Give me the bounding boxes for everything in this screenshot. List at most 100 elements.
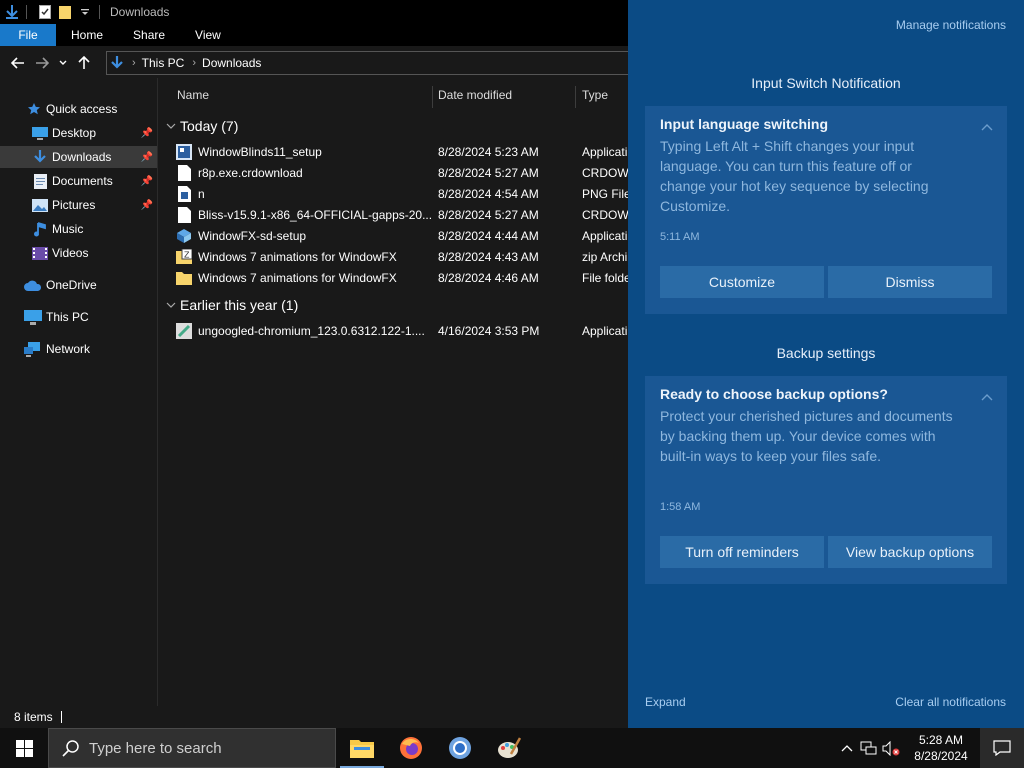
- manage-notifications-link[interactable]: Manage notifications: [896, 18, 1006, 32]
- tab-home[interactable]: Home: [56, 24, 118, 46]
- file-name: Windows 7 animations for WindowFX: [198, 249, 397, 264]
- sidebar-item-desktop[interactable]: Desktop 📌: [0, 122, 157, 144]
- recent-locations-chevron-icon[interactable]: [54, 51, 72, 75]
- sidebar-item-documents[interactable]: Documents 📌: [0, 170, 157, 192]
- file-name: n: [198, 186, 205, 201]
- windows-logo-icon: [15, 739, 33, 757]
- column-divider[interactable]: [432, 86, 433, 108]
- turn-off-reminders-button[interactable]: Turn off reminders: [660, 536, 824, 568]
- file-type: zip Archi: [582, 249, 628, 264]
- file-row[interactable]: Bliss-v15.9.1-x86_64-OFFICIAL-gapps-20..…: [176, 204, 628, 225]
- file-row[interactable]: r8p.exe.crdownload 8/28/2024 5:27 AM CRD…: [176, 162, 628, 183]
- sidebar-item-onedrive[interactable]: OneDrive: [0, 274, 157, 296]
- up-arrow-icon[interactable]: [72, 51, 96, 75]
- breadcrumb-this-pc[interactable]: This PC: [142, 56, 185, 70]
- firefox-icon: [399, 736, 423, 760]
- expand-link[interactable]: Expand: [645, 695, 686, 709]
- chrome-icon: [448, 736, 472, 760]
- search-placeholder: Type here to search: [89, 739, 222, 757]
- sidebar-item-music[interactable]: Music: [0, 218, 157, 240]
- notification-title: Input language switching: [660, 116, 828, 132]
- tab-view[interactable]: View: [180, 24, 236, 46]
- notification-group-header[interactable]: Backup settings: [628, 345, 1024, 361]
- file-icon: [176, 206, 192, 223]
- file-type: Applicati: [582, 144, 628, 159]
- clear-all-notifications-link[interactable]: Clear all notifications: [895, 695, 1006, 709]
- nav-quick-access[interactable]: Quick access: [0, 98, 157, 120]
- notification-group-header[interactable]: Input Switch Notification: [628, 75, 1024, 91]
- chevron-up-icon[interactable]: [981, 120, 993, 134]
- column-type[interactable]: Type: [582, 82, 628, 108]
- tab-share[interactable]: Share: [118, 24, 180, 46]
- file-row[interactable]: WindowFX-sd-setup 8/28/2024 4:44 AM Appl…: [176, 225, 628, 246]
- notification-icon: [993, 740, 1011, 756]
- taskbar-search-box[interactable]: Type here to search: [48, 728, 336, 768]
- start-button[interactable]: [0, 728, 48, 768]
- file-row[interactable]: n 8/28/2024 4:54 AM PNG File: [176, 183, 628, 204]
- dismiss-button[interactable]: Dismiss: [828, 266, 992, 298]
- breadcrumb-downloads[interactable]: Downloads: [202, 56, 261, 70]
- file-name: ungoogled-chromium_123.0.6312.122-1....: [198, 323, 425, 338]
- chevron-down-icon: [166, 299, 180, 311]
- file-row[interactable]: WindowBlinds11_setup 8/28/2024 5:23 AM A…: [176, 141, 628, 162]
- notification-card-backup[interactable]: Ready to choose backup options? Protect …: [645, 376, 1007, 584]
- taskbar-file-explorer[interactable]: [338, 728, 386, 768]
- file-row[interactable]: Windows 7 animations for WindowFX 8/28/2…: [176, 267, 628, 288]
- system-clock[interactable]: 5:28 AM 8/28/2024: [902, 732, 980, 764]
- documents-icon: [32, 173, 48, 189]
- nav-label: OneDrive: [46, 278, 97, 292]
- image-icon: [176, 185, 192, 202]
- music-icon: [32, 221, 48, 237]
- file-date: 8/28/2024 4:54 AM: [438, 186, 539, 201]
- forward-arrow-icon[interactable]: [30, 51, 54, 75]
- tab-file[interactable]: File: [0, 24, 56, 46]
- nav-label: Videos: [52, 246, 89, 260]
- customize-toolbar-icon[interactable]: [77, 4, 93, 20]
- file-date: 8/28/2024 4:44 AM: [438, 228, 539, 243]
- file-date: 4/16/2024 3:53 PM: [438, 323, 540, 338]
- sidebar-item-network[interactable]: Network: [0, 338, 157, 360]
- nav-label: Desktop: [52, 126, 97, 140]
- installer-icon: [176, 228, 192, 244]
- volume-muted-icon[interactable]: [880, 728, 902, 768]
- view-backup-options-button[interactable]: View backup options: [828, 536, 992, 568]
- back-arrow-icon[interactable]: [6, 51, 30, 75]
- taskbar-firefox[interactable]: [387, 728, 435, 768]
- file-name: WindowBlinds11_setup: [198, 144, 322, 159]
- notification-card-input-switch[interactable]: Input language switching Typing Left Alt…: [645, 106, 1007, 314]
- column-name[interactable]: Name: [177, 82, 427, 108]
- separator: [99, 5, 100, 19]
- address-bar[interactable]: › This PC › Downloads: [106, 51, 628, 75]
- file-type: PNG File: [582, 186, 628, 201]
- column-date-modified[interactable]: Date modified: [438, 82, 568, 108]
- column-divider[interactable]: [575, 86, 576, 108]
- network-icon: [24, 341, 42, 357]
- sidebar-item-this-pc[interactable]: This PC: [0, 306, 157, 328]
- chevron-down-icon: [166, 120, 180, 132]
- group-header-earlier-this-year[interactable]: Earlier this year (1): [166, 295, 298, 315]
- group-label: Earlier this year (1): [180, 297, 299, 313]
- address-row: › This PC › Downloads: [0, 48, 628, 78]
- status-bar: 8 items: [0, 706, 628, 728]
- computer-icon: [24, 309, 42, 325]
- nav-label: Documents: [52, 174, 113, 188]
- sidebar-item-downloads[interactable]: Downloads 📌: [0, 146, 157, 168]
- taskbar-paint[interactable]: [485, 728, 533, 768]
- system-tray: 5:28 AM 8/28/2024: [836, 728, 1024, 768]
- group-header-today[interactable]: Today (7): [166, 116, 238, 136]
- taskbar-chrome[interactable]: [436, 728, 484, 768]
- file-row[interactable]: ungoogled-chromium_123.0.6312.122-1.... …: [176, 320, 628, 341]
- sidebar-item-videos[interactable]: Videos: [0, 242, 157, 264]
- chevron-up-icon[interactable]: [981, 390, 993, 404]
- action-center-button[interactable]: [980, 728, 1024, 768]
- file-date: 8/28/2024 4:46 AM: [438, 270, 539, 285]
- customize-button[interactable]: Customize: [660, 266, 824, 298]
- file-row[interactable]: Z Windows 7 animations for WindowFX 8/28…: [176, 246, 628, 267]
- sidebar-item-pictures[interactable]: Pictures 📌: [0, 194, 157, 216]
- folder-icon: [176, 270, 192, 286]
- network-icon[interactable]: [858, 728, 880, 768]
- cloud-icon: [24, 277, 42, 293]
- properties-icon[interactable]: [37, 4, 53, 20]
- new-folder-icon[interactable]: [57, 4, 73, 20]
- chevron-up-icon[interactable]: [836, 728, 858, 768]
